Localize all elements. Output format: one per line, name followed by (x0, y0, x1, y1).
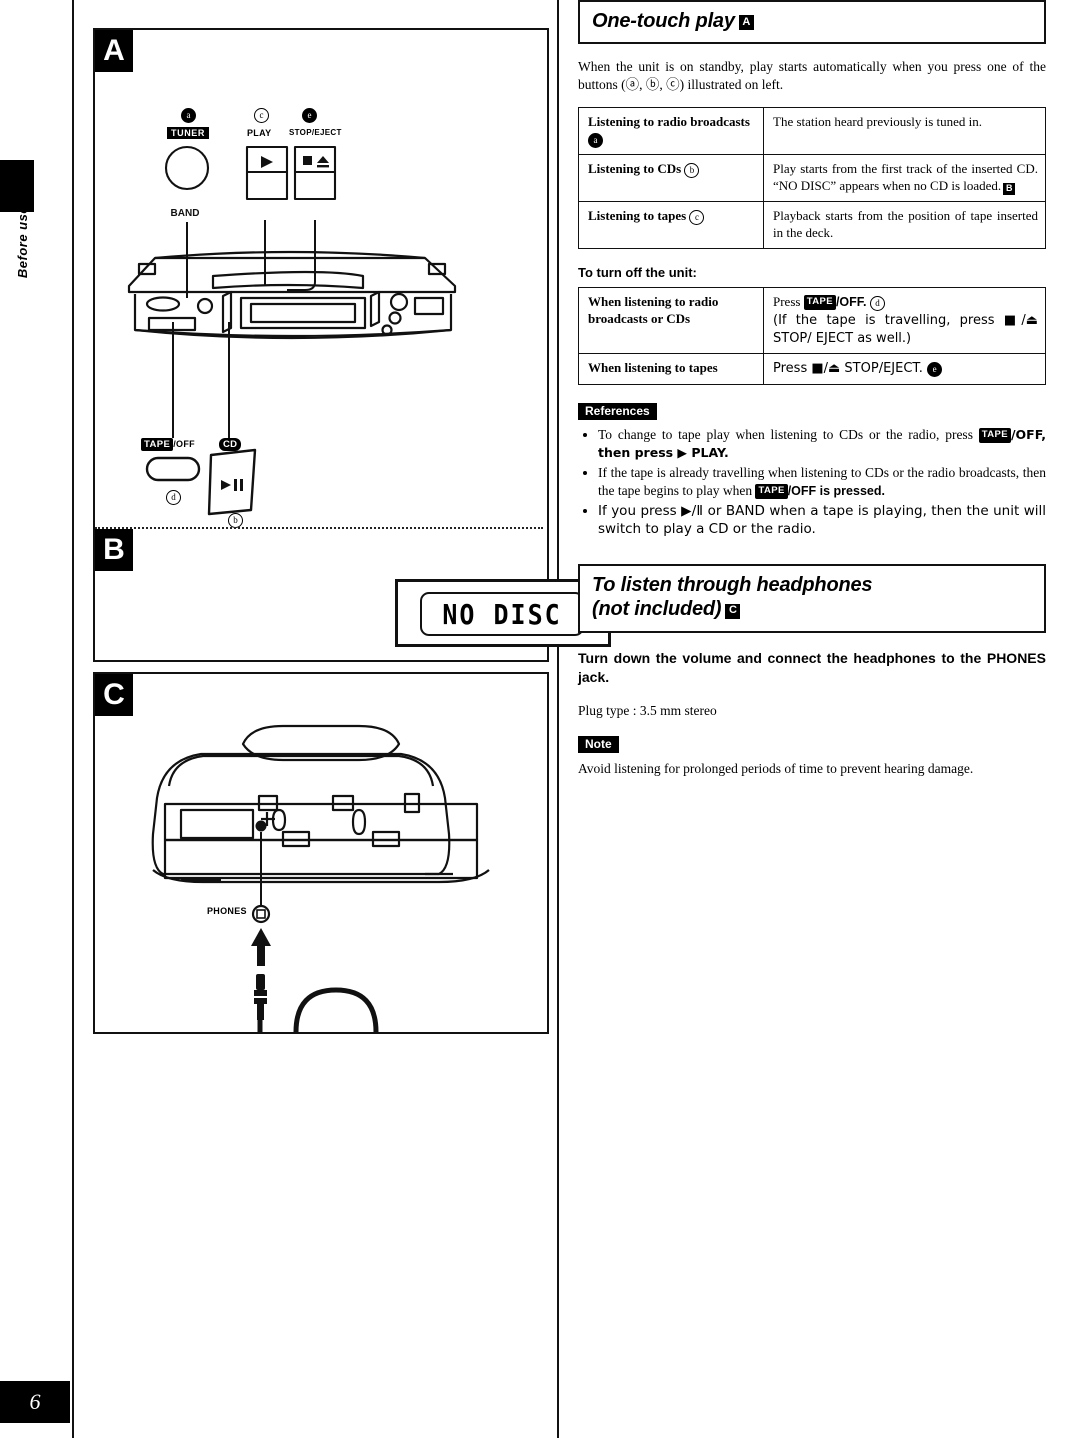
right-column: One-touch play A When the unit is on stan… (578, 0, 1046, 779)
references-list: To change to tape play when listening to… (578, 426, 1046, 538)
table-cell-value: Press ■/⏏ STOP/EJECT. e (763, 353, 1046, 385)
callout-c-inline: c (689, 210, 705, 226)
table-cell-value: Playback starts from the position of tap… (763, 201, 1046, 249)
table-row: When listening to tapes Press ■/⏏ STOP/E… (578, 353, 1046, 385)
illustration-a: A a c e TUNER PLAY STOP/EJECT BAND TAPE … (95, 30, 547, 530)
illustration-c-artwork (151, 724, 490, 1032)
illustration-b: B NO DISC (95, 529, 611, 660)
illustration-box-a-b: A a c e TUNER PLAY STOP/EJECT BAND TAPE … (93, 28, 611, 662)
callout-b-inline: b (684, 162, 700, 178)
list-item: To change to tape play when listening to… (598, 426, 1046, 462)
list-item: If the tape is already travelling when l… (598, 464, 1046, 500)
turn-off-table: When listening to radio broadcasts or CD… (578, 286, 1046, 385)
table-cell-key: Listening to tapes c (578, 201, 764, 249)
lcd-display-text: NO DISC (442, 597, 562, 631)
table-row: Listening to tapes c Playback starts fro… (578, 201, 1046, 249)
tape-badge: TAPE (978, 428, 1011, 443)
section-one-header: One-touch play A (578, 0, 1046, 45)
table-row: Listening to CDs b Play starts from the … (578, 153, 1046, 203)
section-one-intro: When the unit is on standby, play starts… (578, 59, 1046, 93)
note-label: Note (578, 736, 619, 754)
turn-off-note: (If the tape is travelling, press ■/⏏ ST… (773, 312, 1038, 346)
page-left-rule (72, 0, 74, 1438)
headphones-instruction: Turn down the volume and connect the hea… (578, 649, 1046, 686)
table-cell-key: When listening to tapes (578, 353, 764, 385)
art-label-cd: CD (219, 438, 242, 451)
table-row: When listening to radio broadcasts or CD… (578, 286, 1046, 355)
table-cell-key: Listening to CDs b (578, 153, 764, 203)
list-item: If you press ▶/Ⅱ or BAND when a tape is … (598, 502, 1046, 538)
section-two-header: To listen through headphones (not includ… (578, 563, 1046, 633)
table-cell-key: Listening to radio broadcasts a (578, 106, 764, 155)
art-label-tape-off: TAPE/OFF (141, 438, 195, 451)
inline-badge-b: B (1003, 183, 1016, 196)
illustration-box-c: C PHONES (93, 672, 549, 1034)
turn-off-heading: To turn off the unit: (578, 264, 697, 280)
callout-d: d (166, 490, 181, 505)
section-one-title-badge: A (738, 15, 754, 31)
manual-page: Before use 6 A a c e TUNER PLAY STOP/EJE… (0, 0, 1080, 1438)
svg-text:BAND: BAND (171, 208, 200, 219)
table-cell-key: When listening to radio broadcasts or CD… (578, 286, 764, 355)
section-one-title: One-touch play A (592, 9, 1034, 33)
column-divider-rule (557, 0, 559, 1438)
callout-e-inline: e (927, 362, 943, 378)
side-tab-label: Before use (15, 205, 30, 279)
table-cell-value: Play starts from the first track of the … (763, 153, 1046, 203)
illustration-a-artwork: BAND (127, 145, 457, 516)
one-touch-play-table: Listening to radio broadcasts a The stat… (578, 106, 1046, 249)
callout-b: b (228, 513, 243, 528)
table-row: Listening to radio broadcasts a The stat… (578, 106, 1046, 155)
lcd-screen: NO DISC (420, 592, 584, 636)
table-cell-value: Press TAPE/OFF. d (If the tape is travel… (763, 286, 1046, 355)
page-number: 6 (0, 1381, 70, 1423)
callout-d-inline: d (869, 295, 885, 311)
section-two-title-badge: C (725, 603, 741, 619)
tape-badge: TAPE (803, 295, 836, 310)
table-cell-value: The station heard previously is tuned in… (763, 106, 1046, 155)
plug-type: Plug type : 3.5 mm stereo (578, 703, 717, 719)
callout-a-inline: a (588, 132, 603, 148)
references-label: References (578, 402, 657, 420)
panel-separator (95, 527, 543, 529)
illustration-badge-b: B (95, 529, 133, 571)
art-label-phones: PHONES (207, 906, 247, 916)
note-text: Avoid listening for prolonged periods of… (578, 761, 974, 777)
tape-badge: TAPE (755, 484, 788, 499)
section-two-title: To listen through headphones (not includ… (592, 573, 873, 621)
